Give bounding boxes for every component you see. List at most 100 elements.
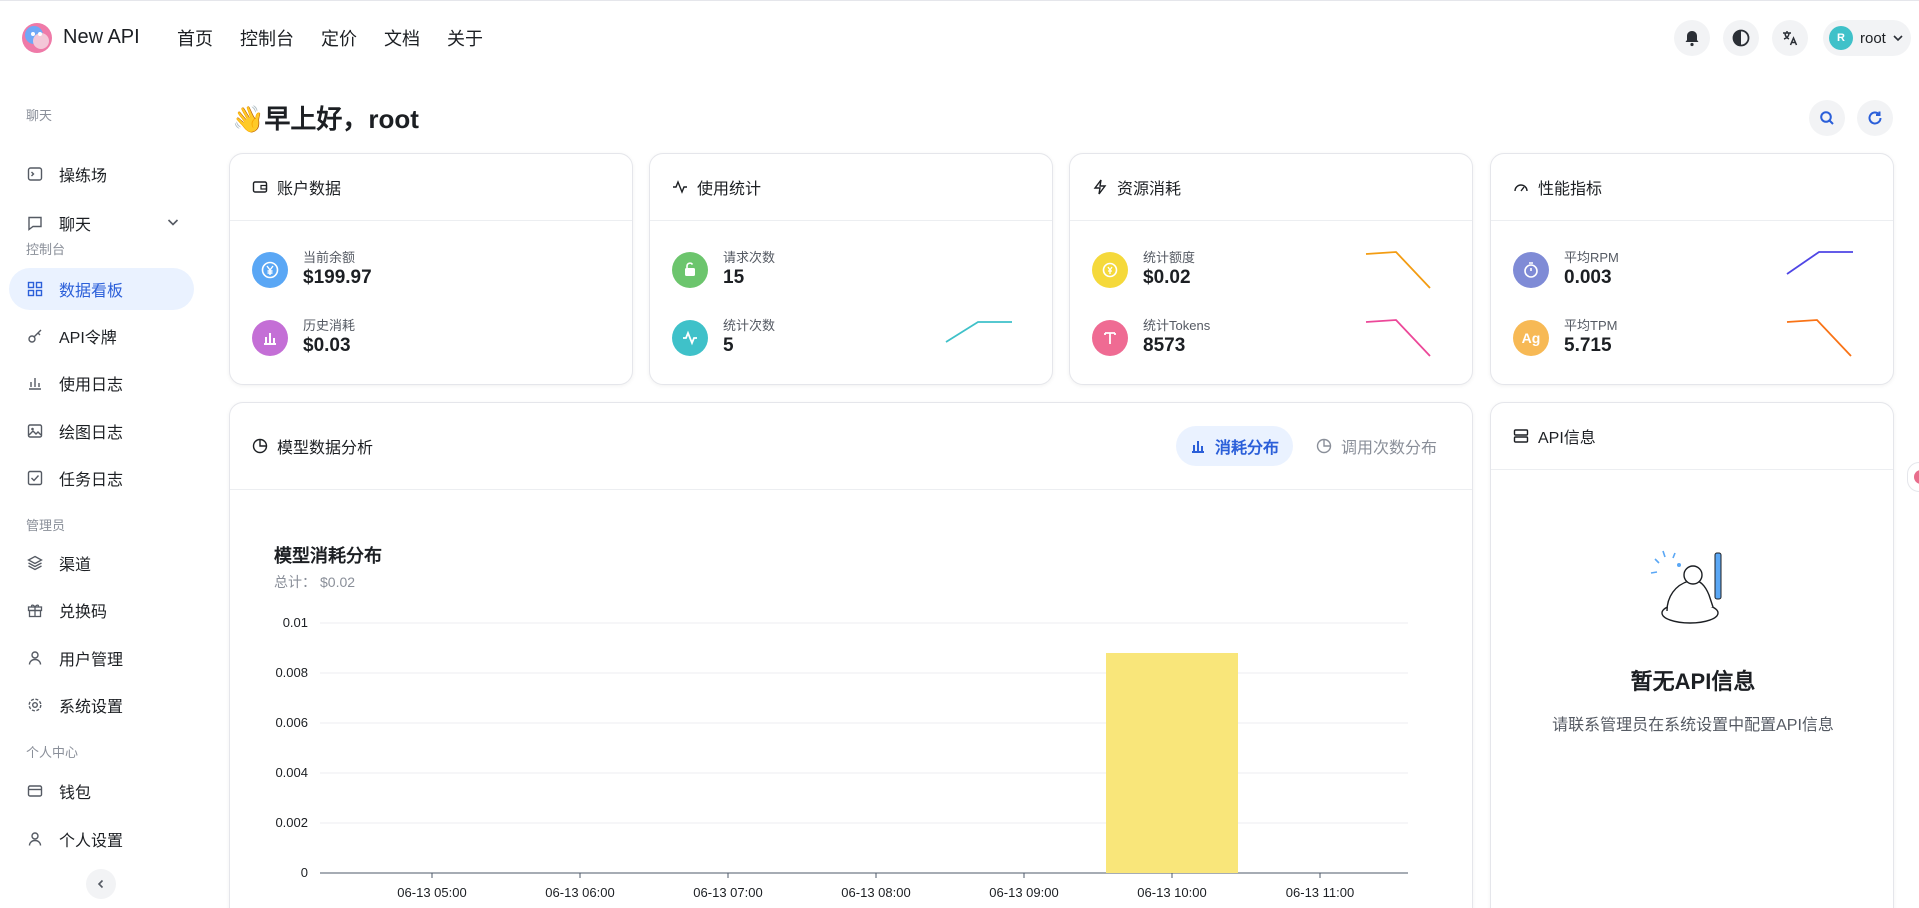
- sidebar-item-playground[interactable]: 操练场: [9, 153, 194, 195]
- sidebar-item-api-tokens[interactable]: API令牌: [9, 315, 194, 357]
- wave-emoji: 👋: [232, 104, 265, 134]
- x-tick-label: 06-13 09:00: [989, 885, 1058, 900]
- activity-icon: [673, 180, 687, 194]
- bell-icon: [1685, 31, 1699, 47]
- search-icon: [1820, 111, 1834, 125]
- sidebar-item-label: 系统设置: [59, 699, 124, 716]
- balance-stat: 当前余额 $199.97: [252, 250, 372, 290]
- y-tick-label: 0.004: [275, 765, 308, 780]
- stat-label: 请求次数: [723, 250, 776, 265]
- empty-state-description: 请联系管理员在系统设置中配置API信息: [1552, 717, 1834, 734]
- sidebar-item-label: API令牌: [59, 330, 117, 347]
- sidebar-item-channels[interactable]: 渠道: [9, 542, 194, 584]
- chevron-down-icon: [1893, 35, 1903, 42]
- sidebar-item-label: 钱包: [59, 785, 92, 802]
- sidebar-item-label: 操练场: [59, 168, 108, 185]
- gauge-icon: [1514, 184, 1528, 192]
- nav-docs[interactable]: 文档: [384, 25, 420, 51]
- bar: [1106, 653, 1238, 873]
- search-button[interactable]: [1809, 100, 1845, 136]
- chevron-down-icon[interactable]: [166, 215, 180, 229]
- spent-stat: 历史消耗 $0.03: [252, 318, 355, 358]
- terminal-icon: [26, 165, 44, 183]
- floating-helper-button[interactable]: [1907, 462, 1919, 492]
- theme-toggle-button[interactable]: [1723, 20, 1759, 56]
- stat-count-stat: 统计次数 5: [672, 318, 775, 358]
- lightning-icon: [1093, 179, 1107, 195]
- helper-icon: [1914, 470, 1919, 484]
- sidebar-item-task-logs[interactable]: 任务日志: [9, 457, 194, 499]
- sidebar-item-dashboard[interactable]: 数据看板: [9, 268, 194, 310]
- bar-chart-icon: [1190, 438, 1206, 454]
- sparkline: [945, 321, 1012, 343]
- user-menu[interactable]: R root: [1823, 20, 1911, 56]
- nav-pricing[interactable]: 定价: [321, 25, 357, 51]
- card-title: API信息: [1538, 430, 1596, 447]
- nav-console[interactable]: 控制台: [240, 25, 294, 51]
- requests-stat: 请求次数 15: [672, 250, 775, 290]
- sidebar-item-chat[interactable]: 聊天: [9, 202, 194, 244]
- nav-about[interactable]: 关于: [447, 25, 483, 51]
- refresh-icon: [1868, 111, 1882, 125]
- sidebar-item-label: 用户管理: [59, 652, 124, 669]
- sidebar-item-drawing-logs[interactable]: 绘图日志: [9, 410, 194, 452]
- refresh-button[interactable]: [1857, 100, 1893, 136]
- sidebar-item-label: 任务日志: [59, 472, 124, 489]
- yuan-icon: [252, 252, 288, 288]
- consumption-bar-chart: 0 0.002 0.004 0.006 0.008 0.01 06-13 05:00 06-1…: [275, 615, 1408, 900]
- tab-label: 调用次数分布: [1341, 440, 1438, 457]
- greeting: 👋早上好，root: [232, 99, 419, 136]
- section-label-personal: 个人中心: [26, 745, 79, 760]
- app-name[interactable]: New API: [63, 26, 140, 49]
- wallet-icon: [26, 782, 44, 800]
- nav-home[interactable]: 首页: [177, 25, 213, 51]
- translate-icon: [1783, 31, 1798, 46]
- refresh-icon: [672, 252, 708, 288]
- top-nav: 首页 控制台 定价 文档 关于: [177, 25, 510, 51]
- api-info-card: API信息: [1490, 402, 1894, 908]
- account-data-card: 账户数据 当前余额 $199.97 历史消耗 $0.03: [229, 153, 633, 385]
- sidebar-item-personal-settings[interactable]: 个人设置: [9, 818, 194, 860]
- sidebar-item-label: 个人设置: [59, 833, 124, 850]
- message-icon: [26, 214, 44, 232]
- card-header: 性能指标: [1491, 154, 1893, 221]
- x-tick-label: 06-13 11:00: [1286, 885, 1354, 900]
- sidebar-item-label: 绘图日志: [59, 425, 124, 442]
- checkbox-icon: [26, 469, 44, 487]
- language-button[interactable]: [1772, 20, 1808, 56]
- y-tick-label: 0.01: [283, 615, 308, 630]
- tab-call-count-distribution[interactable]: 调用次数分布: [1302, 426, 1451, 466]
- stat-value: 5: [723, 335, 734, 356]
- sparkline: [1365, 251, 1431, 289]
- stat-label: 平均TPM: [1564, 318, 1618, 333]
- chevron-left-icon: [97, 879, 104, 889]
- card-header: 资源消耗: [1070, 154, 1472, 221]
- text-icon: [1092, 320, 1128, 356]
- quota-stat: 统计额度 $0.02: [1092, 250, 1195, 290]
- x-tick-label: 06-13 10:00: [1137, 885, 1206, 900]
- key-icon: [26, 327, 44, 345]
- card-title: 账户数据: [277, 181, 342, 198]
- dashboard-icon: [26, 280, 44, 298]
- x-tick-label: 06-13 05:00: [397, 885, 466, 900]
- sidebar-collapse-button[interactable]: [86, 869, 116, 899]
- card-header: 使用统计: [650, 154, 1052, 221]
- app-logo-icon[interactable]: [20, 21, 54, 55]
- tab-consumption-distribution[interactable]: 消耗分布: [1176, 426, 1294, 466]
- ag-icon: Ag: [1513, 320, 1549, 356]
- x-tick-label: 06-13 06:00: [545, 885, 614, 900]
- pulse-icon: [672, 320, 708, 356]
- bar-chart-icon: [26, 374, 44, 392]
- card-title: 模型数据分析: [277, 440, 374, 457]
- stat-value: $0.02: [1143, 267, 1191, 288]
- sidebar-item-user-management[interactable]: 用户管理: [9, 637, 194, 679]
- notification-button[interactable]: [1674, 20, 1710, 56]
- stat-value: 15: [723, 267, 745, 288]
- sidebar-item-system-settings[interactable]: 系统设置: [9, 684, 194, 726]
- sidebar-item-wallet[interactable]: 钱包: [9, 770, 194, 812]
- sidebar-item-usage-logs[interactable]: 使用日志: [9, 362, 194, 404]
- sidebar-item-redeem-codes[interactable]: 兑换码: [9, 589, 194, 631]
- sparkline: [1786, 319, 1852, 357]
- user-icon: [26, 830, 44, 848]
- stat-label: 当前余额: [303, 250, 356, 265]
